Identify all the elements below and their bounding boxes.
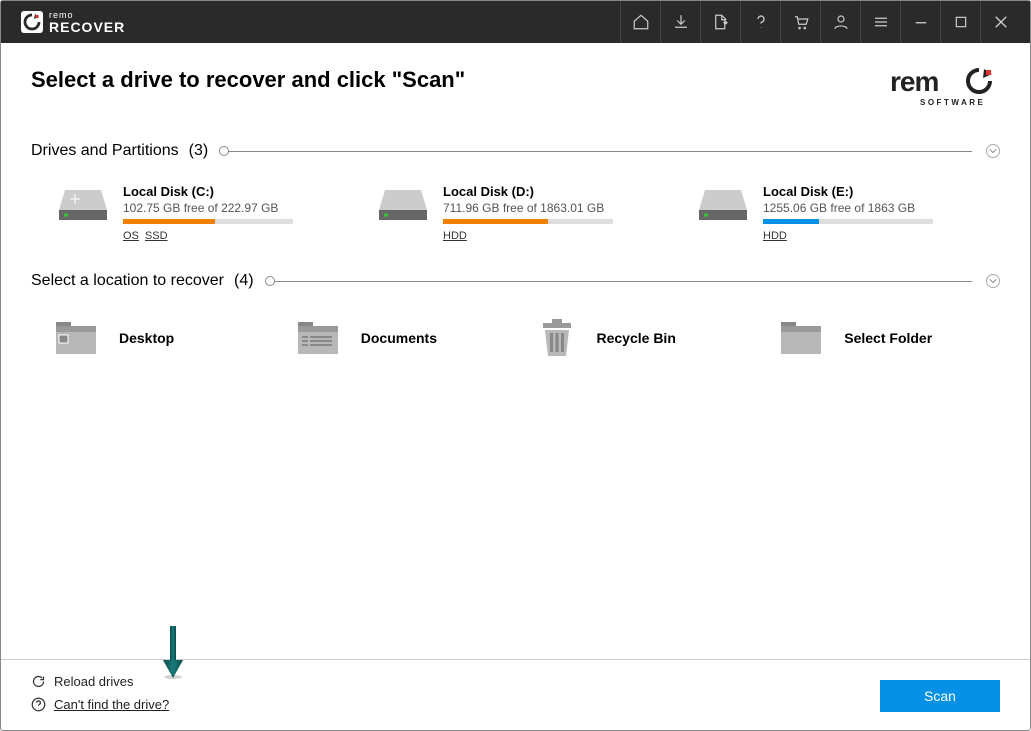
app-logo: remo RECOVER xyxy=(21,10,125,34)
download-icon xyxy=(672,13,690,31)
drive-icon xyxy=(57,184,109,224)
drives-section-title: Drives and Partitions xyxy=(31,142,179,160)
export-icon xyxy=(712,13,730,31)
chevron-down-icon xyxy=(989,147,997,155)
reload-icon xyxy=(31,674,46,689)
titlebar-actions xyxy=(620,1,1020,43)
close-button[interactable] xyxy=(980,1,1020,43)
trash-icon xyxy=(539,318,575,358)
maximize-button[interactable] xyxy=(940,1,980,43)
drives-section-count: (3) xyxy=(189,142,209,160)
folder-documents-icon xyxy=(297,320,339,356)
drive-name: Local Disk (D:) xyxy=(443,184,673,199)
locations-row: Desktop Documents Recycle Bin xyxy=(31,318,1000,358)
app-brand-bottom: RECOVER xyxy=(49,20,125,34)
minimize-button[interactable] xyxy=(900,1,940,43)
minimize-icon xyxy=(912,13,930,31)
cant-find-drive-link[interactable]: Can't find the drive? xyxy=(31,697,169,712)
locations-section-header: Select a location to recover (4) xyxy=(31,272,1000,290)
footer: Reload drives Can't find the drive? Scan xyxy=(1,659,1030,730)
maximize-icon xyxy=(953,14,969,30)
reload-drives-label: Reload drives xyxy=(54,674,134,689)
help-button[interactable] xyxy=(740,1,780,43)
drive-tag[interactable]: SSD xyxy=(145,230,168,242)
drive-usage-bar xyxy=(763,219,933,224)
location-documents[interactable]: Documents xyxy=(297,318,517,358)
location-label: Recycle Bin xyxy=(597,330,676,346)
locations-section-count: (4) xyxy=(234,272,254,290)
drive-card-d[interactable]: Local Disk (D:) 711.96 GB free of 1863.0… xyxy=(375,182,675,244)
drive-free: 1255.06 GB free of 1863 GB xyxy=(763,201,993,215)
download-button[interactable] xyxy=(660,1,700,43)
drive-usage-bar xyxy=(443,219,613,224)
location-select-folder[interactable]: Select Folder xyxy=(780,318,1000,358)
scan-button[interactable]: Scan xyxy=(880,680,1000,712)
question-circle-icon xyxy=(31,697,46,712)
drive-icon xyxy=(377,184,429,224)
page-title: Select a drive to recover and click "Sca… xyxy=(31,67,465,93)
cart-icon xyxy=(792,13,810,31)
drive-name: Local Disk (E:) xyxy=(763,184,993,199)
locations-collapse-toggle[interactable] xyxy=(986,274,1000,288)
drive-usage-bar xyxy=(123,219,293,224)
drive-icon xyxy=(697,184,749,224)
drive-tag[interactable]: OS xyxy=(123,230,139,242)
location-label: Documents xyxy=(361,330,437,346)
reload-drives-link[interactable]: Reload drives xyxy=(31,674,169,689)
folder-desktop-icon xyxy=(55,320,97,356)
brand-subtitle: SOFTWARE xyxy=(920,98,985,107)
drive-free: 711.96 GB free of 1863.01 GB xyxy=(443,201,673,215)
location-desktop[interactable]: Desktop xyxy=(55,318,275,358)
drive-free: 102.75 GB free of 222.97 GB xyxy=(123,201,353,215)
drives-row: Local Disk (C:) 102.75 GB free of 222.97… xyxy=(31,182,1000,244)
drives-section-header: Drives and Partitions (3) xyxy=(31,142,1000,160)
location-label: Desktop xyxy=(119,330,174,346)
drive-card-e[interactable]: Local Disk (E:) 1255.06 GB free of 1863 … xyxy=(695,182,995,244)
drive-name: Local Disk (C:) xyxy=(123,184,353,199)
location-label: Select Folder xyxy=(844,330,932,346)
svg-text:rem: rem xyxy=(890,67,938,97)
cart-button[interactable] xyxy=(780,1,820,43)
location-recycle-bin[interactable]: Recycle Bin xyxy=(539,318,759,358)
titlebar: remo RECOVER xyxy=(1,1,1030,43)
chevron-down-icon xyxy=(989,277,997,285)
home-icon xyxy=(632,13,650,31)
cant-find-drive-label: Can't find the drive? xyxy=(54,697,169,712)
user-icon xyxy=(832,13,850,31)
brand-logo: rem SOFTWARE xyxy=(890,67,1000,114)
help-icon xyxy=(752,13,770,31)
home-button[interactable] xyxy=(620,1,660,43)
drive-tag[interactable]: HDD xyxy=(443,230,467,242)
locations-section-title: Select a location to recover xyxy=(31,272,224,290)
drive-tag[interactable]: HDD xyxy=(763,230,787,242)
menu-button[interactable] xyxy=(860,1,900,43)
export-button[interactable] xyxy=(700,1,740,43)
drives-collapse-toggle[interactable] xyxy=(986,144,1000,158)
folder-icon xyxy=(780,320,822,356)
drive-card-c[interactable]: Local Disk (C:) 102.75 GB free of 222.97… xyxy=(55,182,355,244)
close-icon xyxy=(992,13,1010,31)
refresh-logo-icon xyxy=(21,11,43,33)
hamburger-icon xyxy=(872,13,890,31)
account-button[interactable] xyxy=(820,1,860,43)
